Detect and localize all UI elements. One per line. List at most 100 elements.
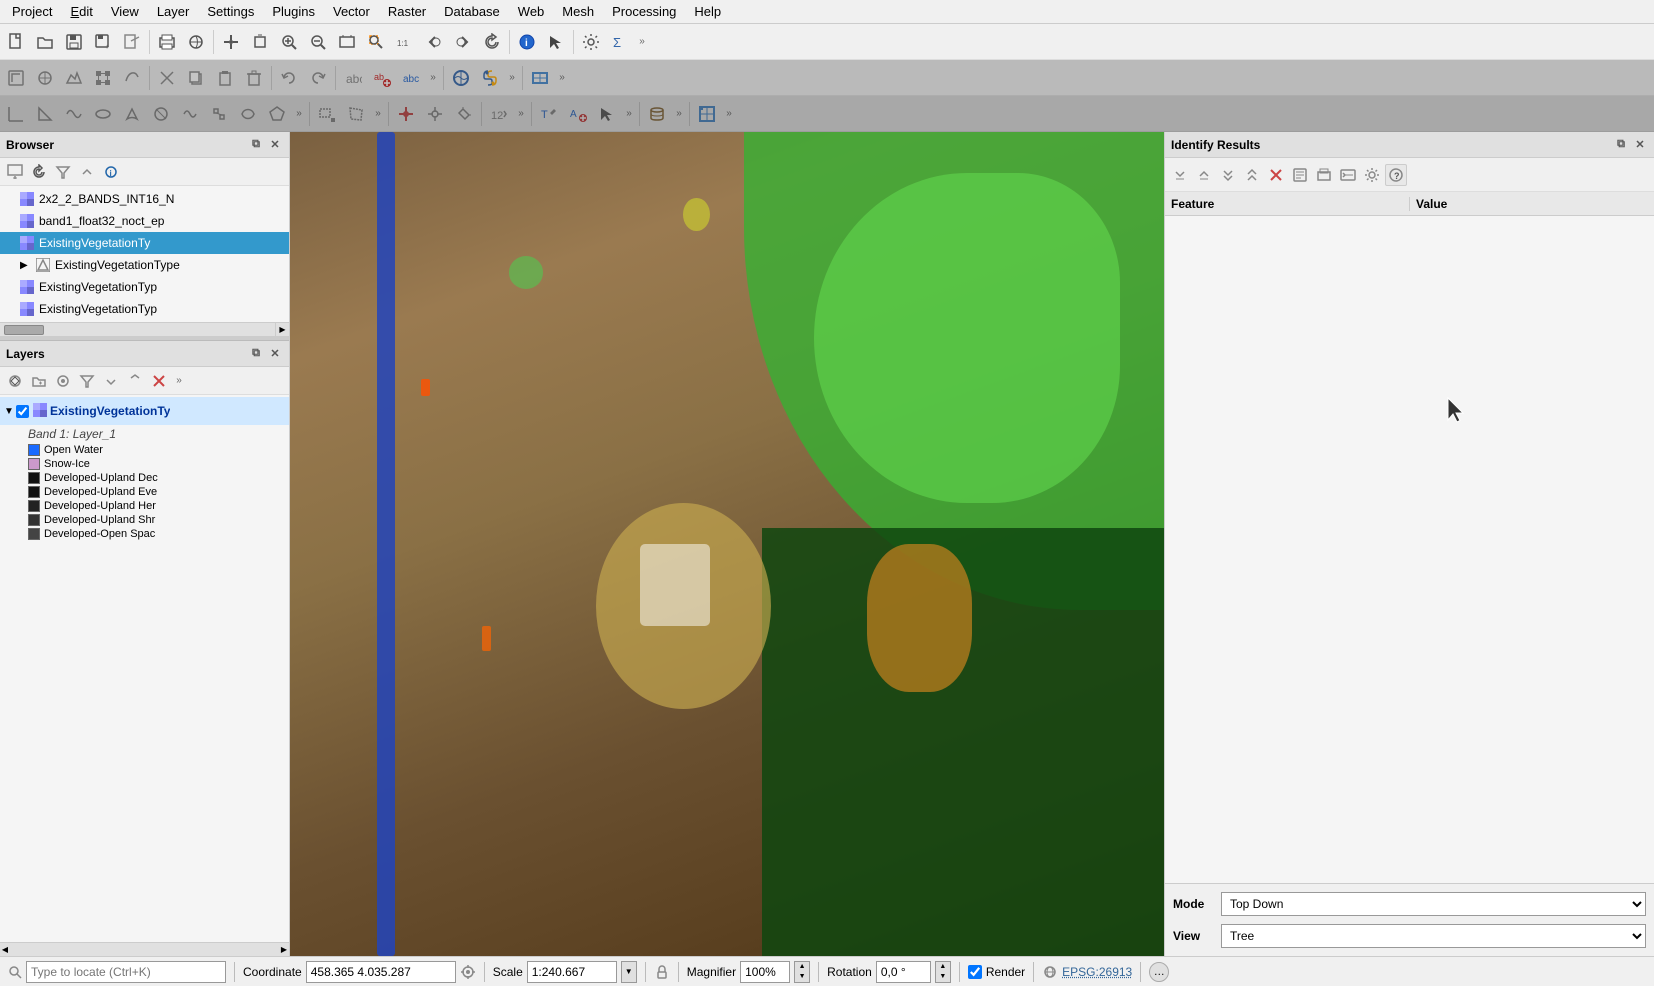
- zoom-in-button[interactable]: [275, 28, 303, 56]
- identify-mode-button[interactable]: [1337, 164, 1359, 186]
- rotation-input[interactable]: [876, 961, 931, 983]
- identify-settings-button[interactable]: [1361, 164, 1383, 186]
- zoom-prev-button[interactable]: [420, 28, 448, 56]
- delete-selected-button[interactable]: [240, 64, 268, 92]
- redo-button[interactable]: [304, 64, 332, 92]
- locate-input[interactable]: [26, 961, 226, 983]
- advanced-digitize-7[interactable]: [176, 100, 204, 128]
- print-atlas-button[interactable]: [182, 28, 210, 56]
- browser-item-2[interactable]: band1_float32_noct_ep: [0, 210, 289, 232]
- add-group-button[interactable]: [28, 370, 50, 392]
- layer-expand-arrow[interactable]: ▼: [4, 406, 14, 416]
- menu-view[interactable]: View: [103, 2, 147, 21]
- menu-help[interactable]: Help: [686, 2, 729, 21]
- select-rect-button[interactable]: [313, 100, 341, 128]
- magnifier-spinner[interactable]: ▲ ▼: [794, 961, 810, 983]
- node-tool-button[interactable]: [89, 64, 117, 92]
- menu-layer[interactable]: Layer: [149, 2, 198, 21]
- mesh-more[interactable]: »: [722, 100, 736, 128]
- advanced-digitize-1[interactable]: [2, 100, 30, 128]
- revert-button[interactable]: [118, 28, 146, 56]
- refresh-button[interactable]: [478, 28, 506, 56]
- collapse-all-button[interactable]: [124, 370, 146, 392]
- layer-visibility-checkbox[interactable]: [16, 405, 29, 418]
- advanced-digitize-9[interactable]: [234, 100, 262, 128]
- paste-features-button[interactable]: [211, 64, 239, 92]
- menu-edit[interactable]: Edit: [62, 2, 100, 21]
- expand-tree-button[interactable]: [1169, 164, 1191, 186]
- map-container[interactable]: [290, 132, 1164, 956]
- mesh-toolbox-button[interactable]: [693, 100, 721, 128]
- advanced-digitize-3[interactable]: [60, 100, 88, 128]
- db-more[interactable]: »: [672, 100, 686, 128]
- undo-button[interactable]: [275, 64, 303, 92]
- filter-browser-button[interactable]: [52, 161, 74, 183]
- crs-value[interactable]: EPSG:26913: [1062, 965, 1132, 979]
- browser-horiz-scroll[interactable]: ▶: [0, 322, 289, 336]
- toolbar2-extend[interactable]: »: [426, 64, 440, 92]
- python-plugins-button[interactable]: [476, 64, 504, 92]
- advanced-digitize-2[interactable]: [31, 100, 59, 128]
- mesh-digitize-button[interactable]: [526, 64, 554, 92]
- cursor-select-button[interactable]: [593, 100, 621, 128]
- toolbar1-extend[interactable]: »: [635, 28, 649, 56]
- qgis-web-button[interactable]: [447, 64, 475, 92]
- collapse-results-button[interactable]: [1241, 164, 1263, 186]
- rotation-spinner[interactable]: ▲ ▼: [935, 961, 951, 983]
- browser-item-5[interactable]: ExistingVegetationTyp: [0, 276, 289, 298]
- render-checkbox[interactable]: [968, 965, 982, 979]
- edit-features-button[interactable]: [31, 64, 59, 92]
- toolbar4-extend[interactable]: »: [555, 64, 569, 92]
- sketch-button[interactable]: [118, 64, 146, 92]
- label-formatting-button[interactable]: A: [564, 100, 592, 128]
- identify-help-button[interactable]: ?: [1385, 164, 1407, 186]
- cut-features-button[interactable]: [153, 64, 181, 92]
- menu-mesh[interactable]: Mesh: [554, 2, 602, 21]
- advanced-digitize-4[interactable]: [89, 100, 117, 128]
- menu-processing[interactable]: Processing: [604, 2, 684, 21]
- menu-settings[interactable]: Settings: [199, 2, 262, 21]
- zoom-native-button[interactable]: 1:1: [391, 28, 419, 56]
- snap-num-input[interactable]: 12: [485, 100, 513, 128]
- filter-legend-button[interactable]: [76, 370, 98, 392]
- collapse-browser-button[interactable]: [76, 161, 98, 183]
- identify-button[interactable]: i: [513, 28, 541, 56]
- layers-horiz-scroll[interactable]: ◀ ▶: [0, 942, 289, 956]
- zoom-next-button[interactable]: [449, 28, 477, 56]
- zoom-to-selection-button[interactable]: [362, 28, 390, 56]
- add-layer-layers-button[interactable]: [4, 370, 26, 392]
- zoom-full-button[interactable]: [333, 28, 361, 56]
- label-rule-button[interactable]: abc: [397, 64, 425, 92]
- digitize-button[interactable]: [60, 64, 88, 92]
- advanced-digitize-6[interactable]: [147, 100, 175, 128]
- menu-plugins[interactable]: Plugins: [264, 2, 323, 21]
- advanced-digitize-more[interactable]: »: [292, 100, 306, 128]
- new-project-button[interactable]: [2, 28, 30, 56]
- menu-vector[interactable]: Vector: [325, 2, 378, 21]
- collapse-tree-button[interactable]: [1193, 164, 1215, 186]
- gps-icon[interactable]: [460, 964, 476, 980]
- zoom-out-button[interactable]: [304, 28, 332, 56]
- advanced-snap-button[interactable]: [450, 100, 478, 128]
- menu-database[interactable]: Database: [436, 2, 508, 21]
- browser-item-1[interactable]: 2x2_2_BANDS_INT16_N: [0, 188, 289, 210]
- print-layout-button[interactable]: [153, 28, 181, 56]
- pan-button[interactable]: [217, 28, 245, 56]
- python-button[interactable]: Σ: [606, 28, 634, 56]
- coordinate-input[interactable]: [306, 961, 456, 983]
- expand-all-button[interactable]: [100, 370, 122, 392]
- identify-float-button[interactable]: ⧉: [1613, 137, 1629, 153]
- scale-dropdown-button[interactable]: ▼: [621, 961, 637, 983]
- select-poly-button[interactable]: [342, 100, 370, 128]
- toolbar3-extend[interactable]: »: [505, 64, 519, 92]
- annotation-button[interactable]: T: [535, 100, 563, 128]
- open-project-button[interactable]: [31, 28, 59, 56]
- db-manager-button[interactable]: [643, 100, 671, 128]
- print-results-button[interactable]: [1313, 164, 1335, 186]
- open-form-button[interactable]: [1289, 164, 1311, 186]
- snap-more[interactable]: »: [514, 100, 528, 128]
- lock-icon[interactable]: [654, 964, 670, 980]
- magnifier-input[interactable]: [740, 961, 790, 983]
- menu-web[interactable]: Web: [510, 2, 553, 21]
- expand-all-identify-button[interactable]: [1217, 164, 1239, 186]
